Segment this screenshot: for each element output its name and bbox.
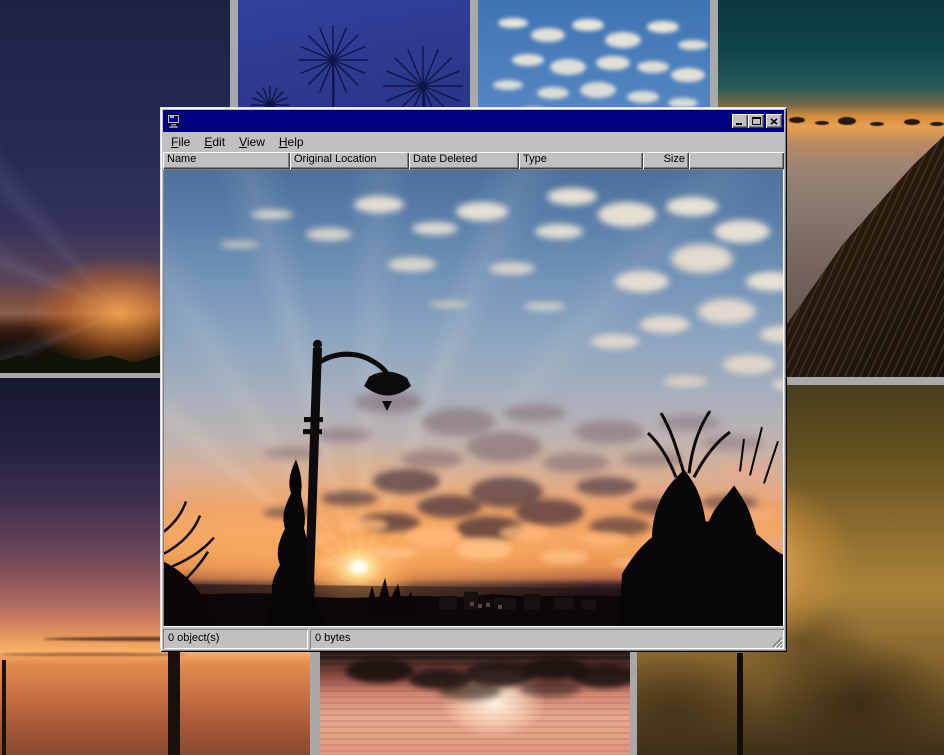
column-header-original-location[interactable]: Original Location: [290, 152, 409, 169]
column-headers: Name Original Location Date Deleted Type…: [163, 152, 784, 169]
menu-bar: File Edit View Help: [163, 132, 784, 152]
minimize-button[interactable]: [732, 114, 748, 128]
column-header-name[interactable]: Name: [163, 152, 290, 169]
street-lamp-sunset-photo: [164, 170, 783, 626]
menu-help[interactable]: Help: [272, 133, 311, 151]
status-object-count: 0 object(s): [163, 629, 308, 649]
column-header-date-deleted[interactable]: Date Deleted: [409, 152, 519, 169]
horizon-cloud-streak: [0, 653, 186, 656]
water-pole: [2, 660, 6, 755]
column-header-type[interactable]: Type: [519, 152, 643, 169]
titlebar[interactable]: [163, 110, 784, 132]
water-pole: [168, 650, 180, 755]
maximize-icon: [752, 117, 761, 125]
silhouette-layer: [164, 170, 783, 626]
right-trees-silhouette: [619, 411, 783, 626]
desktop: { "desktop": { "wallpaper_tiles": [ {"na…: [0, 0, 944, 755]
status-size: 0 bytes: [310, 629, 784, 649]
minimize-icon: [736, 118, 744, 125]
column-header-filler: [689, 152, 784, 169]
menu-edit[interactable]: Edit: [197, 133, 232, 151]
left-bushes-silhouette: [164, 501, 218, 626]
resize-grip[interactable]: [770, 635, 783, 648]
window-controls: [732, 114, 782, 128]
computer-monitor-icon: [166, 114, 182, 129]
lamp-pole-blur: [737, 653, 743, 755]
close-icon: [770, 118, 778, 125]
menu-view[interactable]: View: [232, 133, 272, 151]
status-bar: 0 object(s) 0 bytes: [163, 629, 784, 649]
recycle-bin-window: File Edit View Help Name Original Locati…: [160, 107, 787, 652]
street-lamp-silhouette: [303, 340, 411, 584]
column-header-size[interactable]: Size: [643, 152, 689, 169]
maximize-button[interactable]: [748, 114, 764, 128]
menu-file[interactable]: File: [164, 133, 197, 151]
cloud-puffs: [478, 0, 508, 10]
file-list-area[interactable]: [163, 169, 784, 627]
close-button[interactable]: [766, 114, 782, 128]
island-silhouettes: [718, 0, 732, 4]
